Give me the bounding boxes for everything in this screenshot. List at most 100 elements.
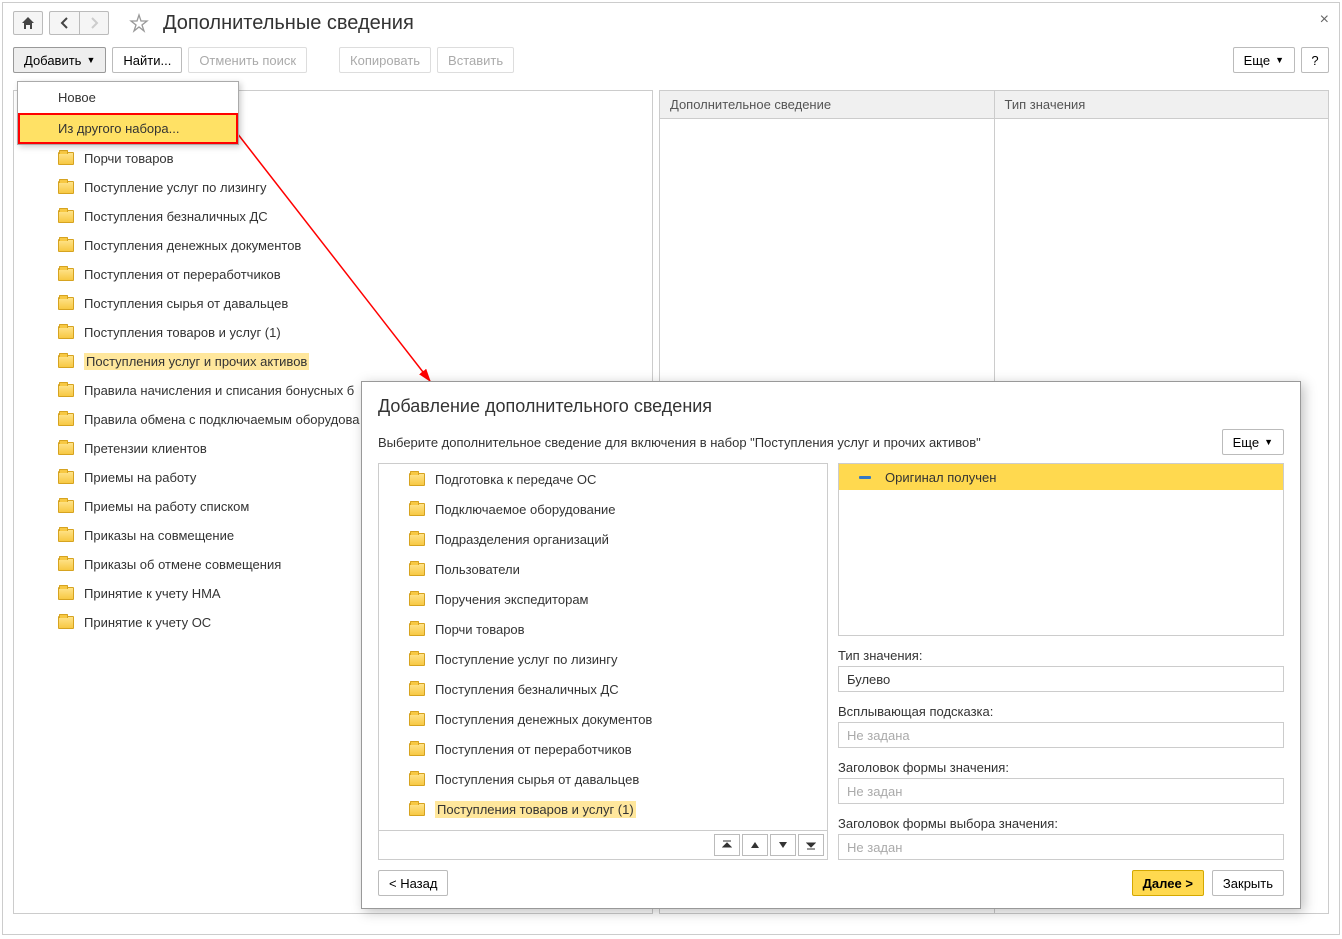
folder-icon bbox=[58, 181, 74, 194]
tree-item-label: Приказы об отмене совмещения bbox=[84, 557, 281, 572]
add-button[interactable]: Добавить ▼ bbox=[13, 47, 106, 73]
find-button[interactable]: Найти... bbox=[112, 47, 182, 73]
attribute-icon bbox=[859, 476, 871, 479]
nav-back-button[interactable] bbox=[49, 11, 79, 35]
nav-forward-button[interactable] bbox=[79, 11, 109, 35]
folder-icon bbox=[58, 587, 74, 600]
tree-item[interactable]: Поступления денежных документов bbox=[14, 231, 652, 260]
modal-tree-item[interactable]: Пользователи bbox=[379, 554, 827, 584]
next-button[interactable]: Далее > bbox=[1132, 870, 1204, 896]
folder-icon bbox=[58, 210, 74, 223]
tree-item[interactable]: Поступления безналичных ДС bbox=[14, 202, 652, 231]
tree-item-label: Принятие к учету НМА bbox=[84, 586, 221, 601]
modal-tree-item[interactable]: Поступления от переработчиков bbox=[379, 734, 827, 764]
add-button-label: Добавить bbox=[24, 53, 81, 68]
move-up-button[interactable] bbox=[742, 834, 768, 856]
folder-icon bbox=[409, 743, 425, 756]
modal-tree-item-label: Поступления сырья от давальцев bbox=[435, 772, 639, 787]
copy-button: Копировать bbox=[339, 47, 431, 73]
modal-tree-item[interactable]: Подразделения организаций bbox=[379, 524, 827, 554]
move-down-button[interactable] bbox=[770, 834, 796, 856]
move-top-button[interactable] bbox=[714, 834, 740, 856]
folder-icon bbox=[409, 563, 425, 576]
tooltip-field[interactable] bbox=[838, 722, 1284, 748]
tree-item-label: Претензии клиентов bbox=[84, 441, 207, 456]
order-buttons bbox=[379, 830, 827, 859]
folder-icon bbox=[58, 442, 74, 455]
folder-icon bbox=[409, 533, 425, 546]
modal-tree-item[interactable]: Подключаемое оборудование bbox=[379, 494, 827, 524]
dropdown-item-new[interactable]: Новое bbox=[18, 82, 238, 113]
page-title: Дополнительные сведения bbox=[163, 12, 414, 35]
tree-item-label: Поступления сырья от давальцев bbox=[84, 296, 288, 311]
back-button[interactable]: < Назад bbox=[378, 870, 448, 896]
modal-tree-item[interactable]: Поступления денежных документов bbox=[379, 704, 827, 734]
move-bottom-button[interactable] bbox=[798, 834, 824, 856]
caret-down-icon: ▼ bbox=[1264, 437, 1273, 447]
folder-icon bbox=[58, 471, 74, 484]
arrow-left-icon bbox=[59, 17, 71, 29]
folder-icon bbox=[409, 473, 425, 486]
folder-icon bbox=[58, 268, 74, 281]
modal-tree-item[interactable]: Поступление услуг по лизингу bbox=[379, 644, 827, 674]
close-button[interactable]: × bbox=[1320, 11, 1329, 29]
tree-item-label: Поступления безналичных ДС bbox=[84, 209, 268, 224]
arrow-right-icon bbox=[88, 17, 100, 29]
selected-item-row[interactable]: Оригинал получен bbox=[839, 464, 1283, 490]
modal-tree-item[interactable]: Поручения экспедиторам bbox=[379, 584, 827, 614]
folder-icon bbox=[58, 239, 74, 252]
home-button[interactable] bbox=[13, 11, 43, 35]
folder-icon bbox=[58, 616, 74, 629]
modal-tree-item-label: Подключаемое оборудование bbox=[435, 502, 616, 517]
tree-item-label: Поступления от переработчиков bbox=[84, 267, 281, 282]
tree-item-label: Приказы на совмещение bbox=[84, 528, 234, 543]
tree-item[interactable]: Поступления сырья от давальцев bbox=[14, 289, 652, 318]
modal-tree-item-label: Подготовка к передаче ОС bbox=[435, 472, 596, 487]
tree-item-label: Правила начисления и списания бонусных б bbox=[84, 383, 354, 398]
folder-icon bbox=[58, 558, 74, 571]
modal-tree-item[interactable]: Поступления товаров и услуг (1) bbox=[379, 794, 827, 824]
cancel-search-button: Отменить поиск bbox=[188, 47, 307, 73]
tree-item[interactable]: Поступления услуг и прочих активов bbox=[14, 347, 652, 376]
modal-tree-item[interactable]: Подготовка к передаче ОС bbox=[379, 464, 827, 494]
form-value-field[interactable] bbox=[838, 778, 1284, 804]
modal-tree-item-label: Подразделения организаций bbox=[435, 532, 609, 547]
move-top-icon bbox=[722, 840, 732, 850]
tooltip-label: Всплывающая подсказка: bbox=[838, 704, 1284, 719]
move-bottom-icon bbox=[806, 840, 816, 850]
modal-tree-item[interactable]: Поступления сырья от давальцев bbox=[379, 764, 827, 794]
folder-icon bbox=[58, 384, 74, 397]
tree-item[interactable]: Поступление услуг по лизингу bbox=[14, 173, 652, 202]
dropdown-item-from-other[interactable]: Из другого набора... bbox=[18, 113, 238, 144]
caret-down-icon: ▼ bbox=[1275, 55, 1284, 65]
modal-tree-item[interactable]: Порчи товаров bbox=[379, 614, 827, 644]
modal-subtitle: Выберите дополнительное сведение для вкл… bbox=[378, 435, 981, 450]
folder-icon bbox=[409, 653, 425, 666]
tree-item[interactable]: Порчи товаров bbox=[14, 144, 652, 173]
form-choice-field[interactable] bbox=[838, 834, 1284, 860]
modal-tree-item-label: Поступления безналичных ДС bbox=[435, 682, 619, 697]
tree-item[interactable]: Поступления от переработчиков bbox=[14, 260, 652, 289]
caret-down-icon: ▼ bbox=[86, 55, 95, 65]
folder-icon bbox=[58, 413, 74, 426]
tree-item-label: Приемы на работу списком bbox=[84, 499, 249, 514]
help-button[interactable]: ? bbox=[1301, 47, 1329, 73]
folder-icon bbox=[58, 152, 74, 165]
type-value-field[interactable] bbox=[838, 666, 1284, 692]
modal-left-pane: Подготовка к передаче ОС Подключаемое обо… bbox=[378, 463, 828, 860]
more-button[interactable]: Еще▼ bbox=[1233, 47, 1295, 73]
modal-tree-item-label: Поступления от переработчиков bbox=[435, 742, 632, 757]
tree-item[interactable]: Поступления товаров и услуг (1) bbox=[14, 318, 652, 347]
tree-item-label: Порчи товаров bbox=[84, 151, 174, 166]
folder-icon bbox=[58, 500, 74, 513]
close-modal-button[interactable]: Закрыть bbox=[1212, 870, 1284, 896]
form-value-label: Заголовок формы значения: bbox=[838, 760, 1284, 775]
folder-icon bbox=[409, 803, 425, 816]
home-icon bbox=[21, 16, 35, 30]
modal-more-button[interactable]: Еще▼ bbox=[1222, 429, 1284, 455]
folder-icon bbox=[409, 713, 425, 726]
modal-tree-item[interactable]: Поступления безналичных ДС bbox=[379, 674, 827, 704]
modal-tree-item-label: Поступление услуг по лизингу bbox=[435, 652, 617, 667]
star-icon[interactable] bbox=[129, 13, 149, 33]
tree-item-label: Принятие к учету ОС bbox=[84, 615, 211, 630]
